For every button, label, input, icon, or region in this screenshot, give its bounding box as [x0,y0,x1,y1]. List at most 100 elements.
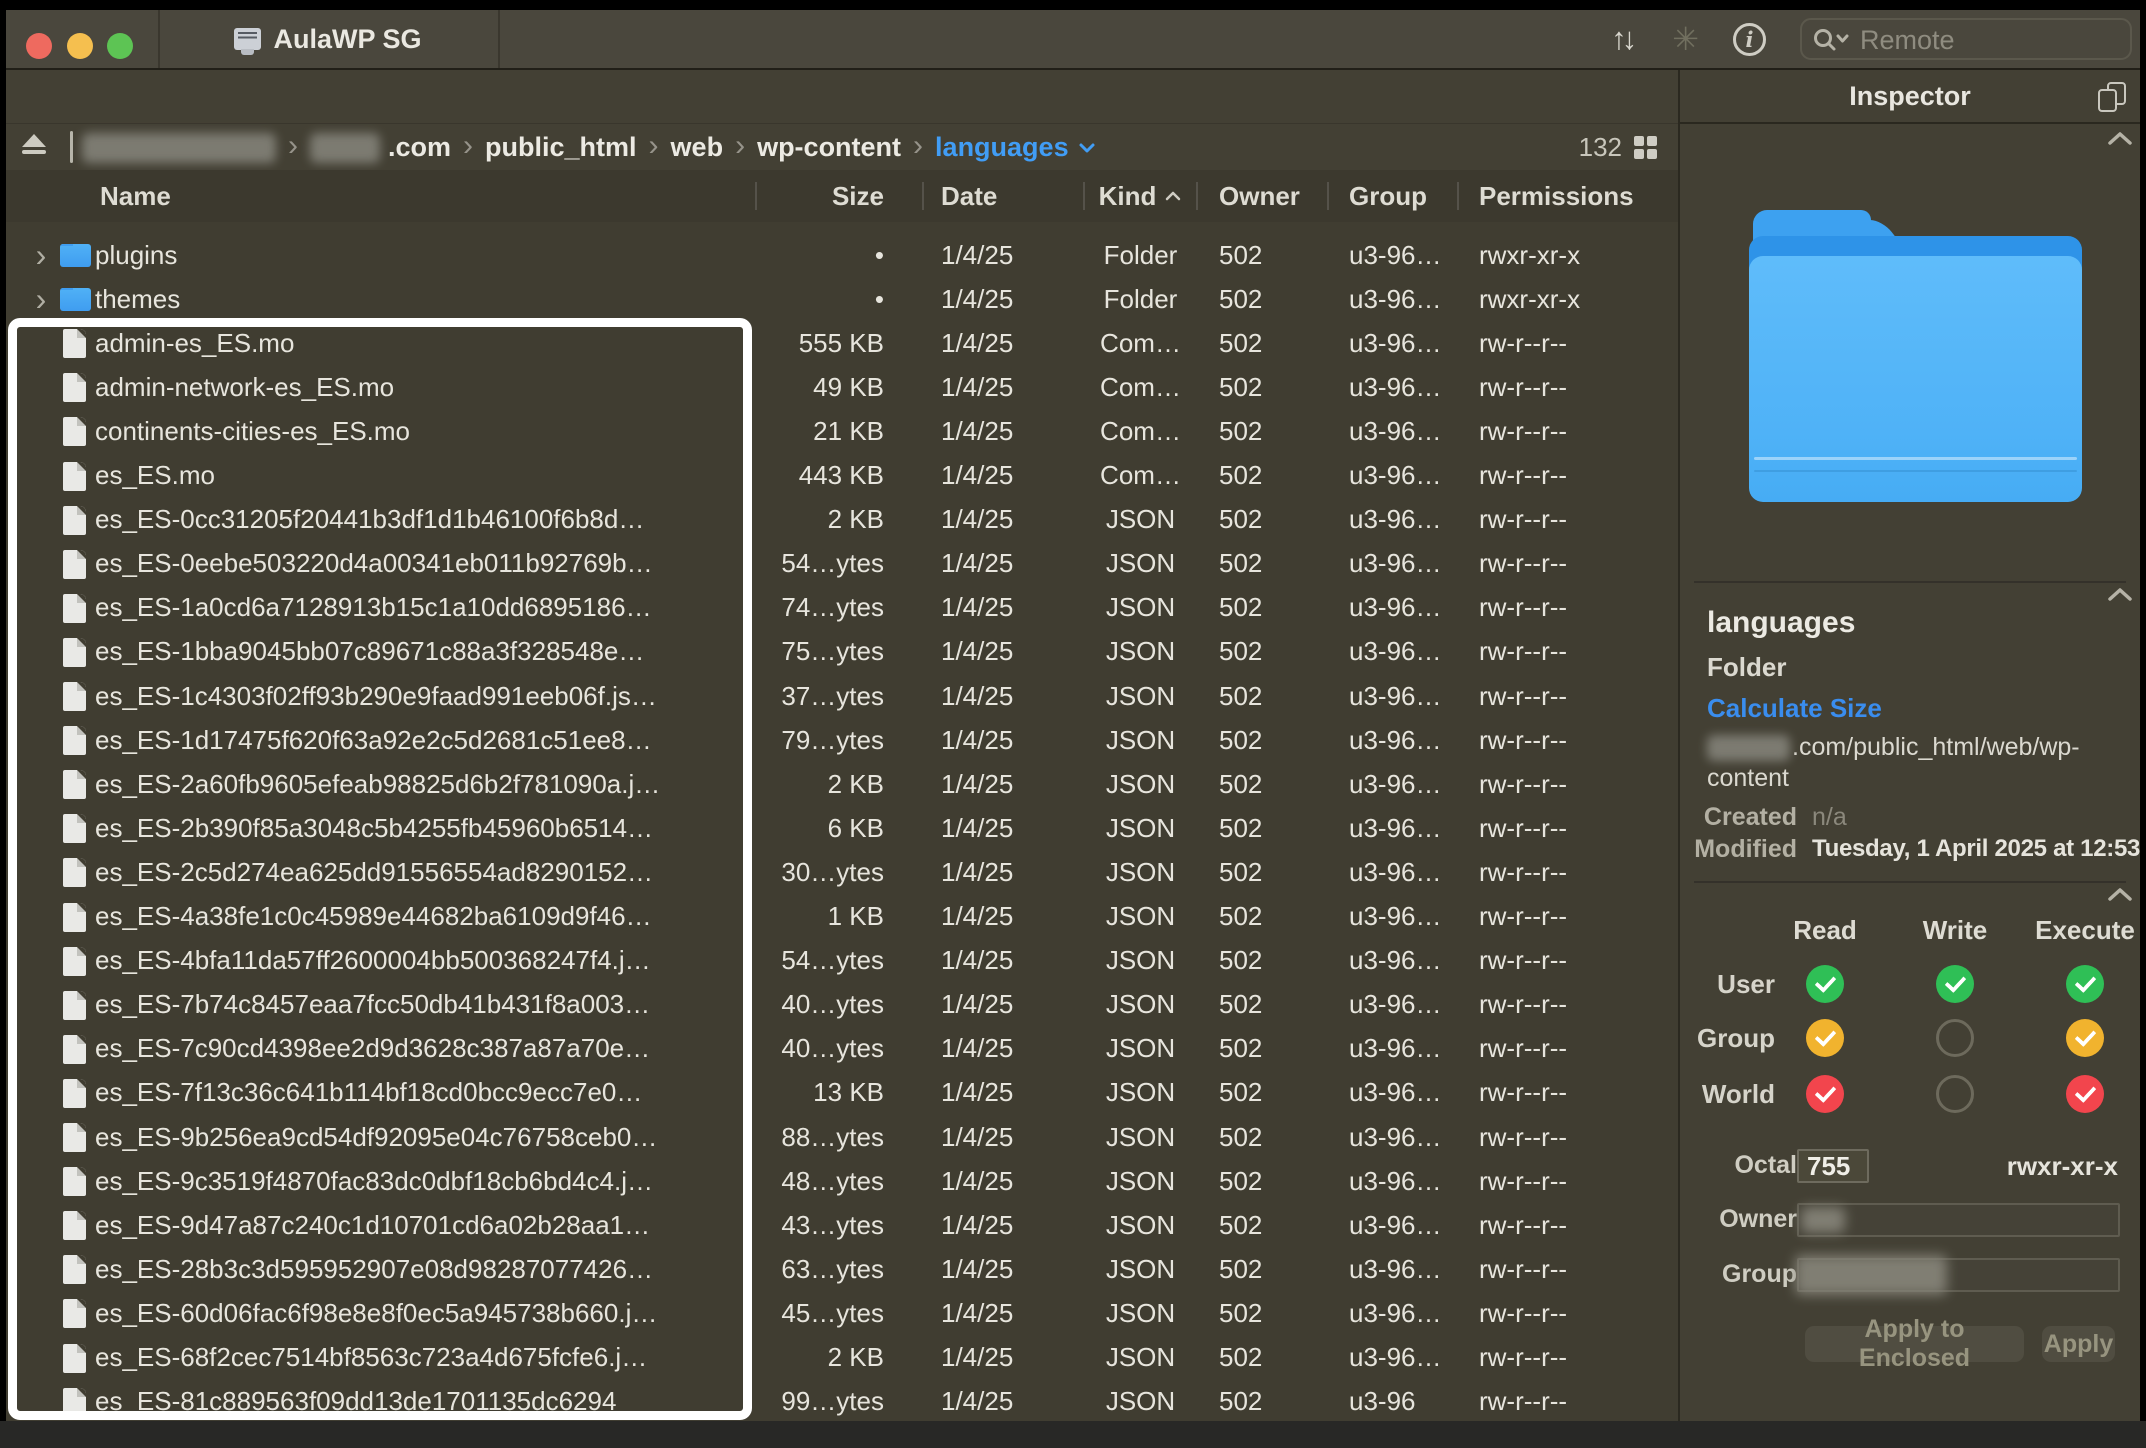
minimize-button[interactable] [67,33,93,59]
file-date: 1/4/25 [941,762,1081,806]
calculate-size-link[interactable]: Calculate Size [1707,693,1882,724]
disclosure-chevron[interactable]: › [28,277,54,325]
table-row[interactable]: es_ES-7f13c36c641b114bf18cd0bcc9ecc7e0…1… [6,1071,1678,1115]
table-row[interactable]: es_ES.mo443 KB1/4/25Com…502u3-96…rw-r--r… [6,454,1678,498]
table-row[interactable]: es_ES-9d47a87c240c1d10701cd6a02b28aa1…43… [6,1203,1678,1247]
disclosure-chevron[interactable]: › [28,233,54,281]
table-row[interactable]: es_ES-4bfa11da57ff2600004bb500368247f4.j… [6,939,1678,983]
column-header-date[interactable]: Date [941,170,997,222]
file-date: 1/4/25 [941,454,1081,498]
file-permissions: rw-r--r-- [1479,454,1669,498]
search-field[interactable] [1800,18,2132,60]
collapse-chevron-icon[interactable] [2107,886,2133,903]
table-row[interactable]: es_ES-1a0cd6a7128913b15c1a10dd6895186…74… [6,586,1678,630]
table-row[interactable]: es_ES-2c5d274ea625dd91556554ad8290152…30… [6,850,1678,894]
column-header-name[interactable]: Name [100,170,171,222]
table-row[interactable]: es_ES-0cc31205f20441b3df1d1b46100f6b8d…2… [6,498,1678,542]
perm-toggle-group-execute[interactable] [2066,1019,2104,1057]
table-row[interactable]: admin-network-es_ES.mo49 KB1/4/25Com…502… [6,365,1678,409]
file-owner: 502 [1219,1071,1329,1115]
owner-input[interactable] [1797,1203,2120,1237]
file-kind: Folder [1085,277,1196,321]
apply-button[interactable]: Apply [2042,1326,2115,1362]
column-header-size[interactable]: Size [636,170,884,222]
file-owner: 502 [1219,1336,1329,1380]
table-row[interactable]: es_ES-60d06fac6f98e8e8f0ec5a945738b660.j… [6,1291,1678,1335]
file-size: 48…ytes [636,1159,884,1203]
breadcrumb-segment-languages[interactable]: languages [935,132,1097,163]
file-owner: 502 [1219,939,1329,983]
perm-row-label-group: Group [1680,1019,1775,1057]
file-permissions: rw-r--r-- [1479,806,1669,850]
perm-toggle-group-write[interactable] [1936,1019,1974,1057]
perm-toggle-user-write[interactable] [1936,965,1974,1003]
breadcrumb-segment-com[interactable]: .com [310,132,451,163]
file-group: u3-96… [1349,762,1459,806]
file-icon [63,1299,86,1328]
eject-icon[interactable] [22,134,46,154]
file-owner: 502 [1219,1380,1329,1421]
close-button[interactable] [26,33,52,59]
table-row[interactable]: es_ES-1bba9045bb07c89671c88a3f328548e…75… [6,630,1678,674]
file-group: u3-96… [1349,1291,1459,1335]
table-row[interactable]: es_ES-0eebe503220d4a00341eb011b92769b…54… [6,542,1678,586]
file-date: 1/4/25 [941,1291,1081,1335]
activity-spinner-icon[interactable]: ✳ [1672,20,1699,58]
column-header-group[interactable]: Group [1349,170,1427,222]
file-size: 13 KB [636,1071,884,1115]
table-row[interactable]: continents-cities-es_ES.mo21 KB1/4/25Com… [6,409,1678,453]
transfers-icon[interactable]: ↑↓ [1611,21,1638,57]
file-date: 1/4/25 [941,1380,1081,1421]
splitter-handle[interactable] [70,131,73,163]
column-header-owner[interactable]: Owner [1219,170,1300,222]
column-header-kind[interactable]: Kind [1085,170,1196,222]
file-date: 1/4/25 [941,321,1081,365]
file-icon [63,814,86,843]
table-row[interactable]: es_ES-28b3c3d595952907e08d98287077426…63… [6,1247,1678,1291]
table-row[interactable]: ›plugins•1/4/25Folder502u3-96…rwxr-xr-x [6,233,1678,277]
perm-toggle-world-execute[interactable] [2066,1075,2104,1113]
table-row[interactable]: es_ES-2b390f85a3048c5b4255fb45960b6514…6… [6,806,1678,850]
copy-panel-icon[interactable] [2098,82,2126,112]
table-row[interactable]: es_ES-1d17475f620f63a92e2c5d2681c51ee8…7… [6,718,1678,762]
perm-toggle-world-write[interactable] [1936,1075,1974,1113]
breadcrumb-separator: › [649,131,659,165]
chevron-down-icon [1077,141,1097,155]
path-bar: ›.com›public_html›web›wp-content›languag… [6,123,1678,171]
table-row[interactable]: es_ES-68f2cec7514bf8563c723a4d675fcfe6.j… [6,1336,1678,1380]
file-icon [63,638,86,667]
file-permissions: rw-r--r-- [1479,1115,1669,1159]
table-row[interactable]: es_ES-81c889563f09dd13de1701135dc629499…… [6,1380,1678,1421]
perm-toggle-world-read[interactable] [1806,1075,1844,1113]
column-header-perms[interactable]: Permissions [1479,170,1634,222]
table-row[interactable]: es_ES-7b74c8457eaa7fcc50db41b431f8a003…4… [6,983,1678,1027]
collapse-chevron-icon[interactable] [2107,586,2133,603]
collapse-chevron-icon[interactable] [2107,130,2133,147]
perm-toggle-user-execute[interactable] [2066,965,2104,1003]
breadcrumb-segment-wpcontent[interactable]: wp-content [757,132,901,163]
file-group: u3-96… [1349,409,1459,453]
octal-input[interactable] [1797,1149,1869,1183]
table-row[interactable]: admin-es_ES.mo555 KB1/4/25Com…502u3-96…r… [6,321,1678,365]
breadcrumb-segment-web[interactable]: web [671,132,724,163]
apply-to-enclosed-button[interactable]: Apply to Enclosed [1805,1326,2024,1362]
breadcrumb-segment-public_html[interactable]: public_html [485,132,637,163]
table-row[interactable]: ›themes•1/4/25Folder502u3-96…rwxr-xr-x [6,277,1678,321]
breadcrumb-segment-redacted[interactable] [82,133,276,163]
file-size: 40…ytes [636,983,884,1027]
file-icon [63,1344,86,1373]
table-row[interactable]: es_ES-9c3519f4870fac83dc0dbf18cb6bd4c4.j… [6,1159,1678,1203]
table-row[interactable]: es_ES-7c90cd4398ee2d9d3628c387a87a70e…40… [6,1027,1678,1071]
view-grid-icon[interactable] [1634,136,1658,160]
perm-toggle-group-read[interactable] [1806,1019,1844,1057]
table-row[interactable]: es_ES-2a60fb9605efeab98825d6b2f781090a.j… [6,762,1678,806]
tab-aulawp-sg[interactable]: AulaWP SG [158,10,498,68]
table-row[interactable]: es_ES-4a38fe1c0c45989e44682ba6109d9f46…1… [6,895,1678,939]
zoom-button[interactable] [107,33,133,59]
perm-toggle-user-read[interactable] [1806,965,1844,1003]
table-row[interactable]: es_ES-1c4303f02ff93b290e9faad991eeb06f.j… [6,674,1678,718]
search-input[interactable] [1858,22,2122,58]
file-size: 74…ytes [636,586,884,630]
info-icon[interactable]: i [1733,23,1766,56]
table-row[interactable]: es_ES-9b256ea9cd54df92095e04c76758ceb0…8… [6,1115,1678,1159]
